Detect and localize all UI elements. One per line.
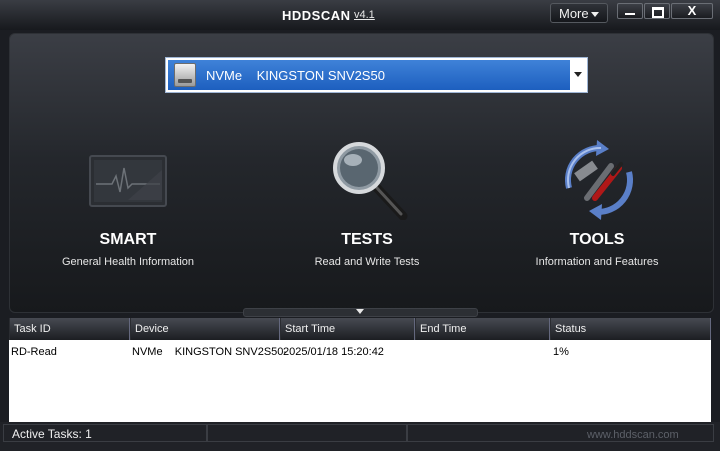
tests-title: TESTS — [341, 231, 393, 248]
chevron-down-icon — [591, 12, 599, 17]
column-header-end-time[interactable]: End Time — [415, 318, 550, 340]
magnifier-icon — [333, 142, 408, 220]
website-link[interactable]: www.hddscan.com — [587, 429, 679, 441]
maximize-button[interactable] — [644, 3, 670, 19]
table-header: Task ID Device Start Time End Time Statu… — [9, 318, 711, 340]
chevron-down-icon[interactable] — [574, 72, 582, 77]
cell-start-time: 2025/01/18 15:20:42 — [283, 346, 384, 358]
tests-feature-button[interactable]: TESTS Read and Write Tests — [267, 140, 467, 280]
monitor-heartbeat-icon — [89, 155, 167, 207]
more-button[interactable]: More — [550, 3, 608, 23]
close-button[interactable]: X — [671, 3, 713, 19]
smart-feature-button[interactable]: SMART General Health Information — [28, 140, 228, 280]
tools-feature-button[interactable]: TOOLS Information and Features — [497, 140, 697, 280]
smart-title: SMART — [99, 231, 157, 248]
device-selected-highlight: NVMe KINGSTON SNV2S50 — [168, 60, 570, 90]
column-header-task-id[interactable]: Task ID — [9, 318, 130, 340]
status-cell — [207, 424, 407, 442]
status-bar: Active Tasks: 1 www.hddscan.com — [0, 422, 720, 451]
cell-device: NVMe KINGSTON SNV2S50- — [132, 346, 288, 358]
cell-task-id: RD-Read — [11, 346, 57, 358]
minimize-button[interactable] — [617, 3, 643, 19]
app-title: HDDSCAN — [282, 8, 351, 23]
version-link[interactable]: v4.1 — [354, 9, 375, 21]
more-label: More — [559, 6, 589, 21]
smart-subtitle: General Health Information — [61, 256, 195, 268]
task-table: Task ID Device Start Time End Time Statu… — [9, 318, 711, 422]
drive-icon — [174, 63, 196, 87]
title-bar: HDDSCAN v4.1 More X — [0, 0, 720, 30]
tools-refresh-icon — [564, 140, 634, 220]
column-header-start-time[interactable]: Start Time — [280, 318, 415, 340]
device-dropdown[interactable]: NVMe KINGSTON SNV2S50 — [165, 57, 588, 93]
column-header-status[interactable]: Status — [550, 318, 711, 340]
active-tasks-count: Active Tasks: 1 — [12, 427, 92, 441]
chevron-down-icon[interactable] — [356, 309, 364, 314]
tests-subtitle: Read and Write Tests — [314, 256, 420, 268]
close-icon: X — [687, 3, 697, 18]
tools-title: TOOLS — [569, 231, 625, 248]
column-header-device[interactable]: Device — [130, 318, 280, 340]
device-selected-label: NVMe KINGSTON SNV2S50 — [206, 68, 385, 83]
tools-subtitle: Information and Features — [535, 256, 659, 268]
cell-status: 1% — [553, 346, 569, 358]
